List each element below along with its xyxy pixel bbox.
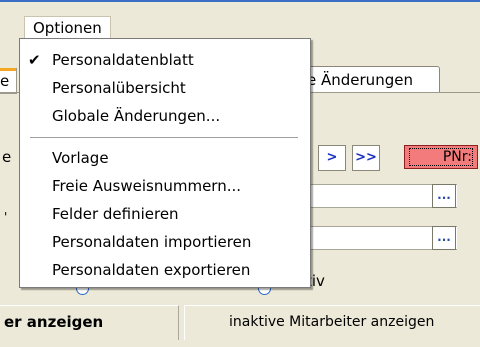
tab-left-label: e [0,72,10,90]
tab-changes-label: e Änderungen [307,71,413,89]
label-fragment: e [2,148,12,166]
label-fragment-dot: ' [4,210,8,224]
optionen-dropdown-menu: ✔ Personaldatenblatt Personalübersicht G… [19,38,311,288]
menu-bar: Optionen [0,0,480,39]
menu-item-personaldaten-importieren[interactable]: Personaldaten importieren [20,231,310,255]
menu-item-vorlage[interactable]: Vorlage [20,147,310,171]
show-employees-label: er anzeigen [4,313,104,331]
tab-changes[interactable]: e Änderungen [300,66,440,93]
menu-item-label: Personaldaten exportieren [52,261,251,279]
show-inactive-employees-label: inaktive Mitarbeiter anzeigen [229,314,435,330]
pnr-button[interactable]: PNr: [404,145,478,169]
menu-item-label: Vorlage [52,149,109,167]
menu-item-label: Personaldaten importieren [52,233,252,251]
menu-item-freie-ausweisnummern[interactable]: Freie Ausweisnummern... [20,175,310,199]
menu-item-label: Globale Änderungen... [52,107,221,125]
menu-item-label: Freie Ausweisnummern... [52,177,242,195]
tab-left-accent [0,68,16,71]
window-top-border [0,0,480,2]
menu-item-globale-aenderungen[interactable]: Globale Änderungen... [20,105,310,129]
menu-item-label: Personaldatenblatt [52,51,194,69]
nav-last-button[interactable]: >> [352,145,380,171]
show-inactive-employees-button[interactable]: inaktive Mitarbeiter anzeigen [184,305,480,340]
menu-item-felder-definieren[interactable]: Felder definieren [20,203,310,227]
menu-item-label: Felder definieren [52,205,179,223]
menu-optionen[interactable]: Optionen [24,16,111,39]
browse-button-1[interactable]: ... [432,184,456,208]
menu-separator [30,137,298,139]
menu-item-personaldaten-exportieren[interactable]: Personaldaten exportieren [20,259,310,283]
menu-item-personaldatenblatt[interactable]: ✔ Personaldatenblatt [20,49,310,73]
menu-item-label: Personalübersicht [52,79,186,97]
nav-next-button[interactable]: > [318,145,346,171]
browse-button-2[interactable]: ... [432,226,456,250]
show-employees-button[interactable]: er anzeigen [0,305,179,340]
pnr-label: PNr: [409,148,473,166]
checkmark-icon: ✔ [28,51,41,69]
menu-item-personaluebersicht[interactable]: Personalübersicht [20,77,310,101]
